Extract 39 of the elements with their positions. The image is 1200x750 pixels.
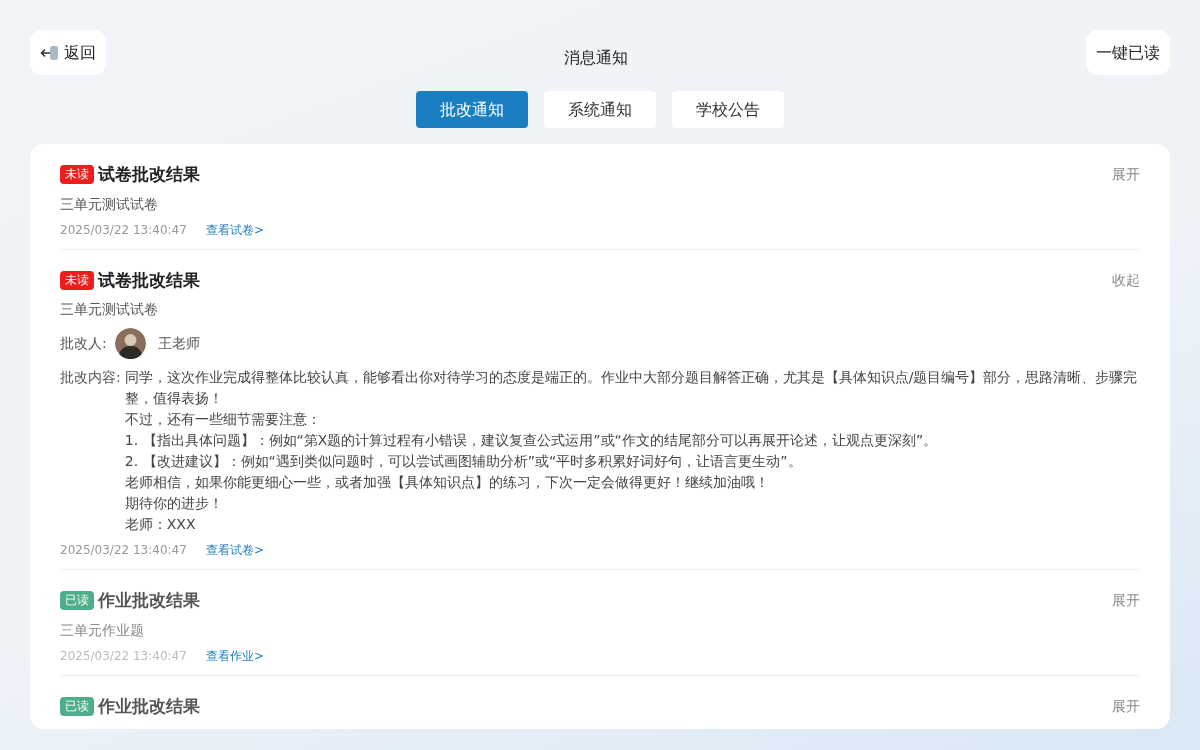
- toggle-button[interactable]: 收起: [1112, 269, 1140, 291]
- tab[interactable]: 批改通知: [416, 91, 528, 128]
- reviewer-name: 王老师: [156, 334, 200, 353]
- comment-line: 1. 【指出具体问题】：例如“第X题的计算过程有小错误，建议复查公式运用”或“作文的结尾部分可以再展开论述，让观点更深刻”。: [124, 431, 939, 450]
- notice-subtitle: 三单元作业题: [60, 620, 145, 640]
- back-icon: [40, 43, 60, 62]
- toggle-button[interactable]: 展开: [1112, 695, 1140, 717]
- tab[interactable]: 系统通知: [544, 91, 656, 128]
- notice-subtitle: 三单元测试试卷: [60, 300, 159, 319]
- view-link[interactable]: 查看试卷>: [205, 543, 264, 557]
- timestamp: 2025/03/22 13:40:47: [60, 543, 187, 557]
- back-button[interactable]: 返回: [30, 30, 106, 75]
- tab[interactable]: 学校公告: [672, 91, 784, 128]
- notice-title: 试卷批改结果: [98, 268, 200, 292]
- notice-subtitle: 三单元测试试卷: [60, 194, 159, 214]
- toggle-button[interactable]: 展开: [1112, 164, 1140, 186]
- notice-title: 作业批改结果: [98, 694, 200, 718]
- status-badge: 已读: [60, 591, 94, 611]
- notice-title: 作业批改结果: [98, 589, 200, 612]
- comment-line: 不过，还有一些细节需要注意：: [124, 410, 322, 429]
- reviewer-label: 批改人:: [60, 334, 107, 353]
- timestamp: 2025/03/22 13:40:47: [60, 222, 187, 237]
- comment-line: 老师：XXX: [124, 515, 197, 534]
- content-label: 批改内容:: [60, 368, 121, 387]
- comment-line: 期待你的进步！: [124, 494, 224, 513]
- view-link[interactable]: 查看作业>: [205, 648, 264, 663]
- comment-line: 2. 【改进建议】：例如“遇到类似问题时，可以尝试画图辅助分析”或“平时多积累好词好句，让语言更生动”。: [124, 452, 803, 471]
- status-badge: 未读: [60, 165, 94, 185]
- toggle-button[interactable]: 展开: [1112, 590, 1140, 612]
- avatar: [114, 328, 146, 359]
- comment-line: 老师相信，如果你能更细心一些，或者加强【具体知识点】的练习，下次一定会做得更好！继续加油哦！: [124, 473, 770, 492]
- status-badge: 已读: [60, 696, 94, 716]
- timestamp: 2025/03/22 13:40:47: [60, 648, 187, 663]
- comment-line: 同学，这次作业完成得整体比较认真，能够看出你对待学习的态度是端正的。作业中大部分题目解答正确，尤其是【具体知识点/题目编号】部分，思路清晰、步骤完整，值得表扬！: [124, 368, 1139, 408]
- page-title: 消息通知: [564, 47, 628, 69]
- mark-all-read-button[interactable]: 一键已读: [1086, 30, 1170, 75]
- notice-title: 试卷批改结果: [98, 163, 200, 186]
- view-link[interactable]: 查看试卷>: [205, 222, 264, 237]
- status-badge: 未读: [60, 270, 94, 290]
